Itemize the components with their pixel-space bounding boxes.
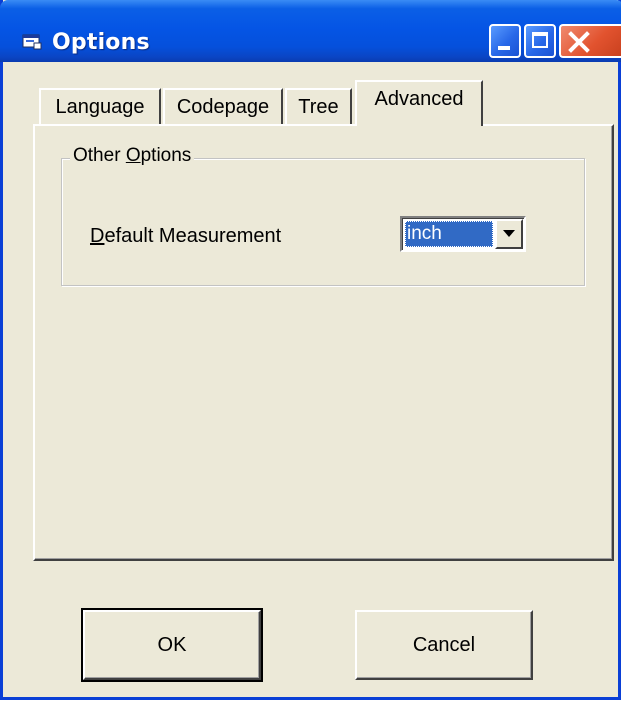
cancel-button[interactable]: Cancel: [355, 610, 533, 680]
tab-label: Codepage: [176, 95, 270, 118]
ok-button[interactable]: OK: [81, 608, 263, 682]
screen-background: [0, 700, 621, 709]
options-dialog: Options Language Codepage Tree Advanced …: [0, 0, 621, 700]
tab-advanced[interactable]: Advanced: [355, 80, 483, 126]
tab-label: Language: [55, 95, 145, 118]
dropdown-button[interactable]: [495, 219, 523, 249]
tab-language[interactable]: Language: [39, 88, 161, 124]
group-legend: Other Options: [70, 145, 195, 167]
title-bar[interactable]: Options: [0, 0, 621, 62]
app-window-icon: [22, 34, 42, 50]
other-options-group: Other Options Default Measurement inch: [61, 145, 585, 286]
minimize-icon[interactable]: [489, 24, 521, 58]
group-legend-text: Other Options: [73, 145, 192, 166]
window-title: Options: [52, 30, 150, 55]
tab-label: Tree: [298, 95, 339, 118]
default-measurement-label: Default Measurement: [90, 225, 282, 247]
tab-codepage[interactable]: Codepage: [163, 88, 283, 124]
close-icon[interactable]: [559, 24, 621, 58]
tab-tree[interactable]: Tree: [285, 88, 352, 124]
default-measurement-select[interactable]: inch: [400, 216, 526, 252]
advanced-tab-panel: Other Options Default Measurement inch: [33, 124, 614, 561]
close-x-glyph: [568, 31, 590, 53]
maximize-icon[interactable]: [524, 24, 556, 58]
chevron-down-icon: [503, 230, 515, 237]
default-measurement-value: inch: [405, 221, 493, 247]
tab-label: Advanced: [374, 88, 464, 110]
